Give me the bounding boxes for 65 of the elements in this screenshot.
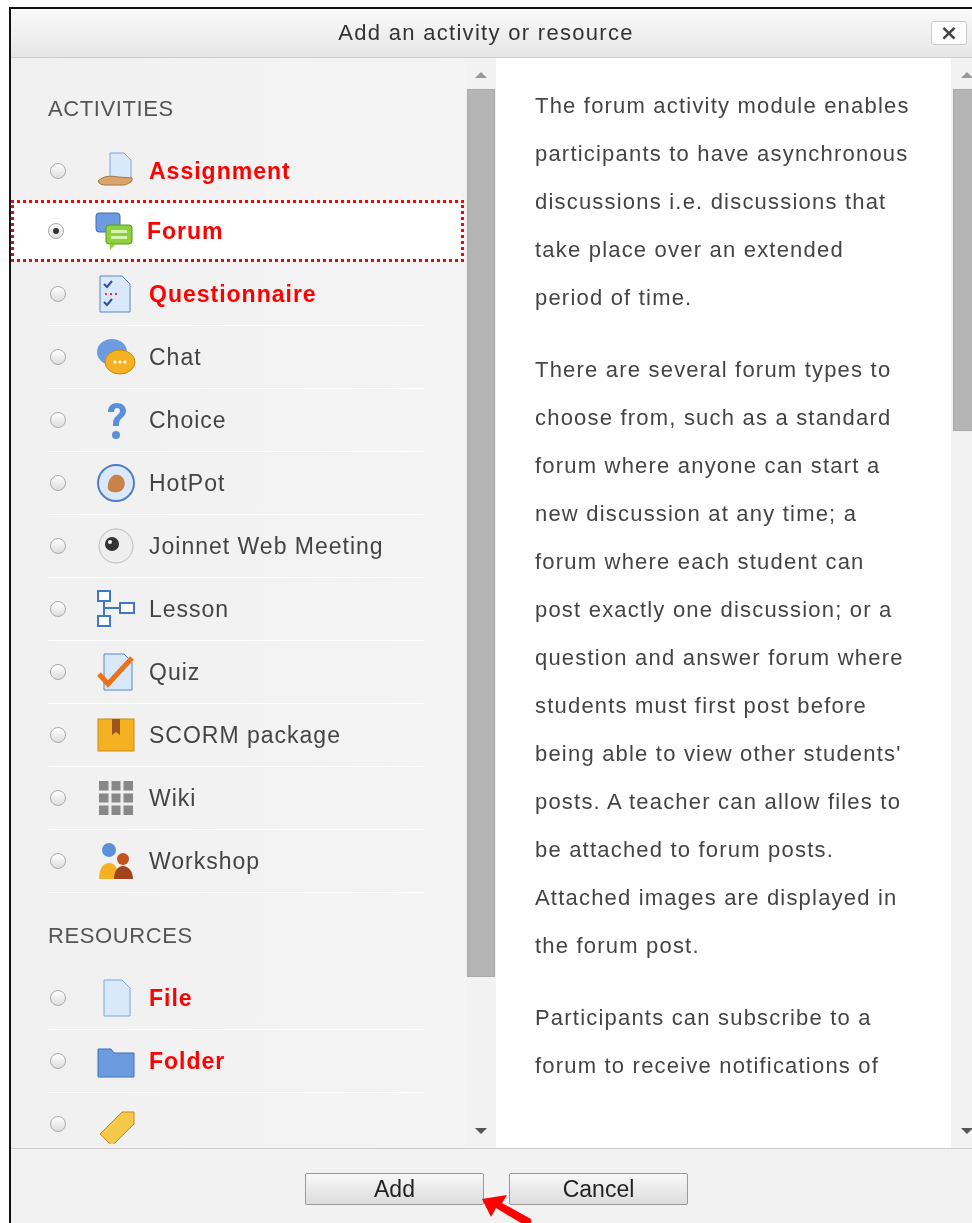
scroll-up-arrow-icon[interactable] [960,72,972,78]
dialog-button[interactable]: Add [305,1173,484,1205]
package-icon [96,715,136,755]
option-label: Assignment [149,157,291,185]
radio-button[interactable] [50,163,66,179]
option-row[interactable]: Folder [48,1030,424,1093]
option-label: File [149,984,193,1012]
selected-option-row[interactable]: Forum [11,200,464,262]
option-row[interactable]: Choice [48,389,424,452]
radio-button[interactable] [50,1053,66,1069]
radio-button[interactable] [50,1116,66,1132]
radio-button[interactable] [50,538,66,554]
description-paragraph: The forum activity module enables participants to have asynchronous discussions i.e. discussions that take place over an extended period of time. [535,92,911,312]
option-row[interactable]: Wiki [48,767,424,830]
option-label: Quiz [149,658,201,686]
description-paragraph: There are several forum types to choose from, such as a standard forum where anyone can start a new discussion at any time; a forum where each student can post exactly one discussion; or a question and answer forum where students must first post before being able to view other students' posts. A teacher can allow files to be attached to forum posts. Attached images are displayed in the forum post. [535,356,905,960]
option-row[interactable]: Workshop [48,830,424,893]
radio-button[interactable] [50,601,66,617]
option-label: Folder [149,1047,226,1075]
option-label: Joinnet Web Meeting [149,532,384,560]
option-row[interactable]: SCORM package [48,704,424,767]
eyeball-icon [96,526,136,566]
tiles-icon [96,778,136,818]
option-row[interactable]: Joinnet Web Meeting [48,515,424,578]
radio-button[interactable] [50,990,66,1006]
option-row[interactable]: Quiz [48,641,424,704]
option-label: Lesson [149,595,230,623]
dialog-button[interactable]: Cancel [509,1173,688,1205]
radio-button[interactable] [50,727,66,743]
chat-bubbles-icon [96,337,136,377]
flowchart-icon [96,589,136,629]
dialog-title: Add an activity or resource [338,20,634,46]
option-label: Workshop [149,847,261,875]
arrow-annotation [481,1195,531,1223]
radio-button[interactable] [50,286,66,302]
radio-button[interactable] [50,790,66,806]
radio-button[interactable] [48,223,64,239]
close-button[interactable]: × [931,21,967,45]
option-label: HotPot [149,469,226,497]
people-icon [96,841,136,881]
option-label: Forum [147,217,224,245]
option-label: Wiki [149,784,197,812]
speech-bubbles-icon [94,211,134,251]
checkmark-document-icon [96,652,136,692]
radio-button[interactable] [50,349,66,365]
radio-button[interactable] [50,475,66,491]
radio-button[interactable] [50,853,66,869]
scroll-down-arrow-icon[interactable] [474,1128,487,1134]
option-label: Questionnaire [149,280,317,308]
option-row[interactable]: HotPot [48,452,424,515]
option-row[interactable]: File [48,967,424,1030]
radio-button[interactable] [50,412,66,428]
hand-circle-icon [96,463,136,503]
section-heading: RESOURCES [48,922,194,950]
section-heading: ACTIVITIES [48,95,175,123]
option-label: SCORM package [149,721,341,749]
scroll-up-arrow-icon[interactable] [474,72,487,78]
scroll-down-arrow-icon[interactable] [960,1128,972,1134]
option-row[interactable]: Lesson [48,578,424,641]
option-label: Choice [149,406,227,434]
description-paragraph: Participants can subscribe to a forum to receive notifications of [535,1004,881,1080]
option-label: Chat [149,343,202,371]
option-row[interactable]: Chat [48,326,424,389]
radio-button[interactable] [50,664,66,680]
option-row[interactable]: Questionnaire [48,263,424,326]
